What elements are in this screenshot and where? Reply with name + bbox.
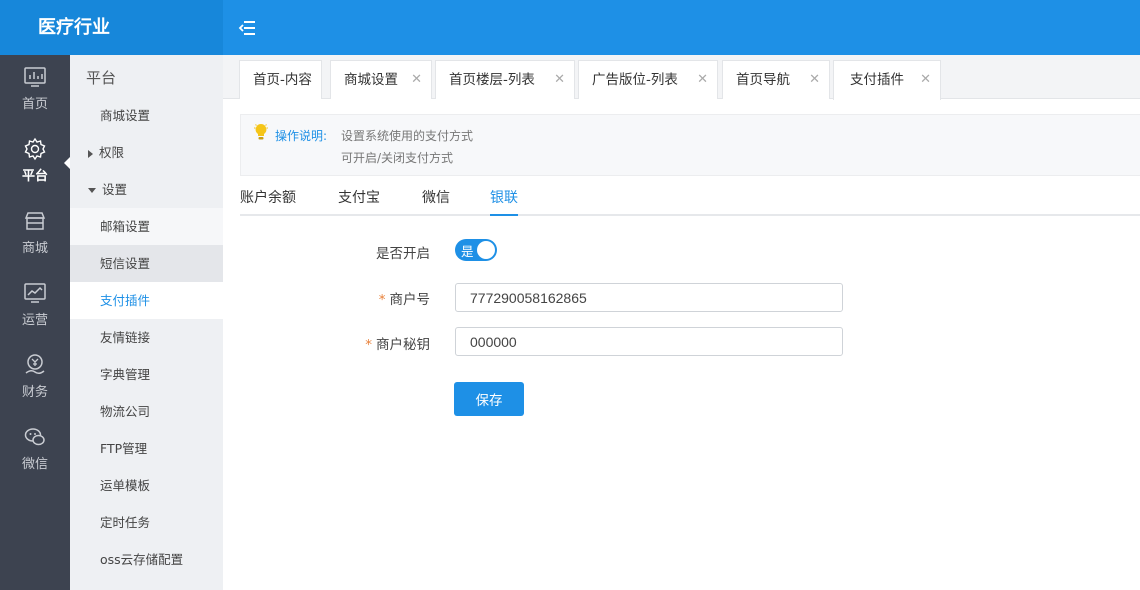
label-text: 商户秘钥 [376,337,430,353]
merchant-key-label: * 商户秘钥 [290,333,430,353]
submenu-item-oss-config[interactable]: oss云存储配置 [70,541,223,578]
instructions-box: 操作说明: 设置系统使用的支付方式 可开启/关闭支付方式 [240,114,1140,176]
tab-wechat-pay[interactable]: 微信 [422,187,450,216]
rail-item-home[interactable]: 首页 [0,55,70,127]
submenu-item-label: 短信设置 [100,256,151,271]
submenu-item-mall-settings[interactable]: 商城设置 [70,97,223,134]
rail-item-label: 财务 [21,385,48,400]
store-icon [24,212,46,230]
submenu-item-scheduled-tasks[interactable]: 定时任务 [70,504,223,541]
tab-label: 商城设置 [344,72,398,88]
tab-label: 首页-内容 [253,72,312,88]
tab-home-floor-list[interactable]: 首页楼层-列表 ✕ [435,60,575,99]
tab-home-navigation[interactable]: 首页导航 ✕ [722,60,830,99]
tab-alipay[interactable]: 支付宝 [338,187,380,216]
toggle-text: 是 [461,244,474,259]
enabled-toggle[interactable]: 是 [455,239,497,261]
submenu-item-logistics[interactable]: 物流公司 [70,393,223,430]
finance-icon [25,354,45,375]
instructions-label: 操作说明: [275,129,328,143]
tab-payment-plugins[interactable]: 支付插件 ✕ [833,60,941,100]
submenu-item-label: 邮箱设置 [100,219,151,234]
brand-title: 医疗行业 [0,0,223,55]
submenu-title: 平台 [86,69,117,87]
instructions-text: 可开启/关闭支付方式 [341,151,454,165]
submenu-item-label: 支付插件 [100,293,151,308]
rail-item-wechat[interactable]: 微信 [0,415,70,487]
rail-item-label: 平台 [21,169,48,184]
gear-icon [24,137,46,161]
merchant-key-input[interactable] [455,327,843,356]
page-tab-bar: 首页-内容 商城设置 ✕ 首页楼层-列表 ✕ 广告版位-列表 ✕ 首页导航 ✕ … [223,55,1140,100]
rail-item-label: 商城 [21,241,48,256]
tab-label: 微信 [422,190,450,206]
tab-ad-slot-list[interactable]: 广告版位-列表 ✕ [578,60,718,99]
close-icon[interactable]: ✕ [411,61,422,99]
submenu-item-label: 商城设置 [100,108,151,123]
collapse-arrow-icon [88,188,96,193]
rail-item-label: 首页 [21,97,48,112]
tab-label: 广告版位-列表 [592,72,678,88]
merchant-id-label: * 商户号 [290,288,430,308]
submenu-item-ftp[interactable]: FTP管理 [70,430,223,467]
toggle-knob [477,241,495,259]
submenu-item-dictionary[interactable]: 字典管理 [70,356,223,393]
expand-arrow-icon [88,149,93,158]
merchant-id-input[interactable] [455,283,843,312]
lightbulb-icon [254,124,268,140]
submenu-item-waybill-template[interactable]: 运单模板 [70,467,223,504]
submenu-item-label: 运单模板 [100,478,151,493]
submenu-item-label: 物流公司 [100,404,151,419]
submenu-group-settings[interactable]: 设置 [70,171,223,208]
submenu-item-label: 定时任务 [100,515,151,530]
tab-label: 支付宝 [338,190,380,206]
label-text: 是否开启 [376,246,430,262]
tab-label: 支付插件 [850,72,904,88]
tab-mall-settings[interactable]: 商城设置 ✕ [330,60,432,99]
submenu-item-label: oss云存储配置 [100,552,184,567]
rail-item-store[interactable]: 商城 [0,199,70,271]
save-button[interactable]: 保存 [454,382,524,416]
submenu-group-permissions[interactable]: 权限 [70,134,223,171]
tab-label: 首页导航 [736,72,790,88]
payment-method-tabs: 账户余额 支付宝 微信 银联 [240,178,1140,216]
submenu-item-label: 字典管理 [100,367,151,382]
submenu-item-label: FTP管理 [100,441,148,456]
submenu-item-payment-plugins[interactable]: 支付插件 [70,282,223,319]
monitor-chart-icon [24,283,46,303]
tab-home-content[interactable]: 首页-内容 [239,60,322,99]
tab-unionpay[interactable]: 银联 [490,187,518,216]
wechat-icon [24,428,45,446]
top-bar: 医疗行业 [0,0,1140,55]
tab-label: 账户余额 [240,190,296,206]
instructions-text: 设置系统使用的支付方式 [341,129,474,143]
submenu-item-label: 权限 [99,145,125,160]
submenu-item-sms-settings[interactable]: 短信设置 [70,245,223,282]
enabled-label: 是否开启 [290,242,430,262]
submenu-item-label: 友情链接 [100,330,151,345]
rail-item-label: 运营 [21,313,48,328]
tab-account-balance[interactable]: 账户余额 [240,187,296,216]
sub-nav-panel: 平台 商城设置 权限 设置 邮箱设置 短信设置 支付插件 友情链接 字典管理 物… [70,55,223,590]
submenu-item-email-settings[interactable]: 邮箱设置 [70,208,223,245]
collapse-menu-icon[interactable] [238,18,258,38]
close-icon[interactable]: ✕ [554,61,565,99]
tab-label: 银联 [490,190,518,206]
rail-item-finance[interactable]: 财务 [0,343,70,415]
close-icon[interactable]: ✕ [697,61,708,99]
main-nav-rail: 首页 平台 商城 运营 财务 微信 [0,55,70,590]
label-text: 商户号 [389,292,431,308]
tab-label: 首页楼层-列表 [449,72,535,88]
required-mark: * [365,337,372,353]
dashboard-icon [24,67,46,87]
required-mark: * [378,292,386,308]
close-icon[interactable]: ✕ [809,61,820,99]
rail-item-platform[interactable]: 平台 [0,127,70,199]
rail-item-label: 微信 [21,457,48,472]
close-icon[interactable]: ✕ [920,61,931,99]
submenu-item-friend-links[interactable]: 友情链接 [70,319,223,356]
rail-item-operations[interactable]: 运营 [0,271,70,343]
submenu-item-label: 设置 [102,182,128,197]
